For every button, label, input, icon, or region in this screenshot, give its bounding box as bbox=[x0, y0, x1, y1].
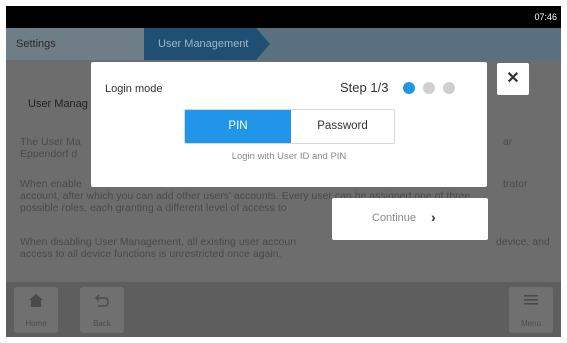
home-icon bbox=[14, 293, 58, 312]
bottom-navigation: Home Back Menu bbox=[6, 282, 561, 337]
paragraph-2-fragment: When enable bbox=[20, 178, 82, 190]
paragraph-2-line-3: possible roles, each granting a differen… bbox=[20, 202, 287, 214]
home-label: Home bbox=[25, 319, 47, 328]
password-option[interactable]: Password bbox=[291, 110, 394, 143]
chevron-right-icon: › bbox=[431, 209, 436, 225]
dialog-title: Login mode bbox=[105, 83, 163, 95]
status-bar: 07:46 bbox=[6, 6, 561, 28]
clock: 07:46 bbox=[534, 12, 557, 22]
menu-label: Menu bbox=[520, 319, 541, 328]
close-icon: ✕ bbox=[506, 70, 520, 87]
home-button[interactable]: Home bbox=[14, 287, 58, 333]
continue-label: Continue bbox=[372, 212, 417, 224]
menu-button[interactable]: Menu bbox=[509, 287, 553, 333]
continue-button[interactable]: Continue › bbox=[332, 198, 488, 240]
back-label: Back bbox=[93, 319, 111, 328]
paragraph-3-line-1: When disabling User Management, all exis… bbox=[20, 236, 297, 248]
pin-option[interactable]: PIN bbox=[185, 110, 291, 143]
close-button[interactable]: ✕ bbox=[497, 63, 529, 95]
back-arrow-icon bbox=[80, 293, 124, 312]
back-button[interactable]: Back bbox=[80, 287, 124, 333]
breadcrumb-user-management-label: User Management bbox=[158, 38, 249, 50]
step-dot-1-active bbox=[403, 82, 415, 94]
paragraph-1-fragment: The User Ma bbox=[20, 136, 81, 148]
hamburger-menu-icon bbox=[509, 293, 553, 310]
breadcrumb-active-arrow bbox=[256, 28, 270, 60]
login-mode-dialog: Login mode Step 1/3 PIN Password Login w… bbox=[91, 62, 487, 187]
paragraph-3-line-2: access to all device functions is unrest… bbox=[20, 248, 282, 260]
login-mode-segmented-control: PIN Password bbox=[184, 109, 395, 144]
login-mode-hint: Login with User ID and PIN bbox=[231, 151, 347, 162]
breadcrumb: Settings User Management bbox=[6, 28, 561, 60]
paragraph-1-fragment-right: ar bbox=[503, 136, 513, 148]
breadcrumb-user-management: User Management bbox=[144, 28, 256, 60]
breadcrumb-settings-label: Settings bbox=[16, 38, 56, 50]
step-dot-2 bbox=[423, 82, 435, 94]
content-title: User Manag bbox=[28, 98, 88, 110]
paragraph-1-fragment-2: Eppendorf d bbox=[20, 148, 78, 160]
paragraph-3-line-1-right: device, and bbox=[496, 236, 550, 248]
step-indicator: Step 1/3 bbox=[340, 80, 389, 95]
paragraph-2-fragment-right: trator bbox=[503, 178, 528, 190]
step-dot-3 bbox=[443, 82, 455, 94]
